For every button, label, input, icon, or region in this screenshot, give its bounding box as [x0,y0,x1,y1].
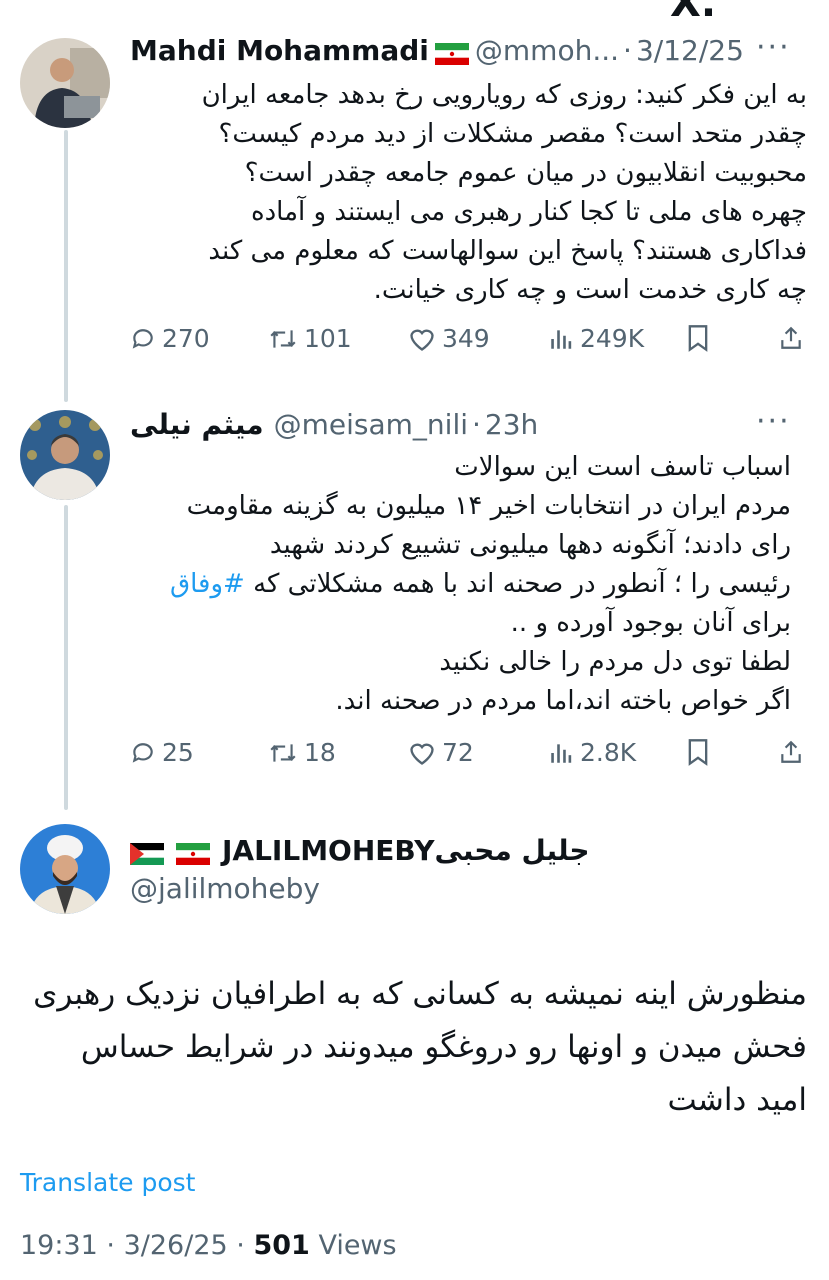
thread-line [64,130,68,402]
repost-icon [270,743,296,762]
views-icon [551,329,572,349]
translate-post-link[interactable]: Translate post [20,1168,195,1197]
tweet-text: اسباب تاسف است این سوالات مردم ایران در … [169,452,791,716]
views-icon [551,743,572,763]
partial-top-text: X. [670,0,717,26]
views-button[interactable]: 249K [548,324,644,353]
avatar-mahdi[interactable] [20,38,110,128]
repost-icon [270,329,296,348]
tweet-date[interactable]: 23h [485,408,538,441]
author-handle[interactable]: @meisam_nili [274,408,468,441]
bookmark-button[interactable] [686,738,716,766]
tweet-date[interactable]: 3/12/25 [636,34,744,67]
tweet-header: میثم نیلی @meisam_nili · 23h [130,404,538,444]
palestine-flag-icon [130,839,164,865]
reply-icon [132,742,153,763]
like-button[interactable]: 72 [408,738,474,767]
thread-line [64,505,68,810]
author-name[interactable]: میثم نیلی [130,408,264,441]
author-handle[interactable]: @mmoh... [475,34,619,67]
tweet-text: به این فکر کنید: روزی که رویارویی رخ بده… [201,80,807,305]
bookmark-icon [688,325,708,352]
tweet-actions: 25 18 72 2.8K [130,738,810,778]
post-time[interactable]: 19:31 [20,1230,98,1261]
main-author-handle[interactable]: @jalilmoheby [130,872,320,905]
main-tweet-text: منظورش اینه نمیشه به کسانی که به اطرافیا… [33,976,807,1118]
iran-flag-icon [176,839,210,865]
bookmark-button[interactable] [686,324,716,352]
post-meta: 19:31 · 3/26/25 · 501 Views [20,1230,397,1261]
bookmark-icon [688,739,708,766]
author-name[interactable]: Mahdi Mohammadi [130,34,429,67]
separator: · [623,33,632,67]
share-icon [781,326,801,349]
reply-icon [132,328,153,349]
main-author-name[interactable]: JALILMOHEBYجلیل محبی [222,834,590,867]
avatar-jalil[interactable] [20,824,110,914]
heart-icon [410,329,434,351]
share-icon [781,740,801,763]
repost-button[interactable]: 18 [268,738,336,767]
heart-icon [410,743,434,765]
repost-button[interactable]: 101 [268,324,352,353]
reply-button[interactable]: 270 [130,324,210,353]
more-options-icon[interactable]: ··· [756,30,791,65]
tweet-header: Mahdi Mohammadi @mmoh... · 3/12/25 [130,30,744,70]
more-options-icon[interactable]: ··· [756,404,791,439]
tweet-actions: 270 101 349 249K [130,324,810,364]
avatar-meisam[interactable] [20,410,110,500]
main-author-row: JALILMOHEBYجلیل محبی [130,830,590,870]
hashtag-link[interactable]: #وفاق [170,569,245,599]
share-button[interactable] [778,738,810,766]
share-button[interactable] [778,324,810,352]
separator: · [472,407,481,441]
like-button[interactable]: 349 [408,324,490,353]
iran-flag-icon [434,39,469,65]
views-count: 501 [253,1230,310,1261]
reply-button[interactable]: 25 [130,738,194,767]
post-date[interactable]: 3/26/25 [124,1230,228,1261]
views-label: Views [318,1230,397,1261]
views-button[interactable]: 2.8K [548,738,636,767]
